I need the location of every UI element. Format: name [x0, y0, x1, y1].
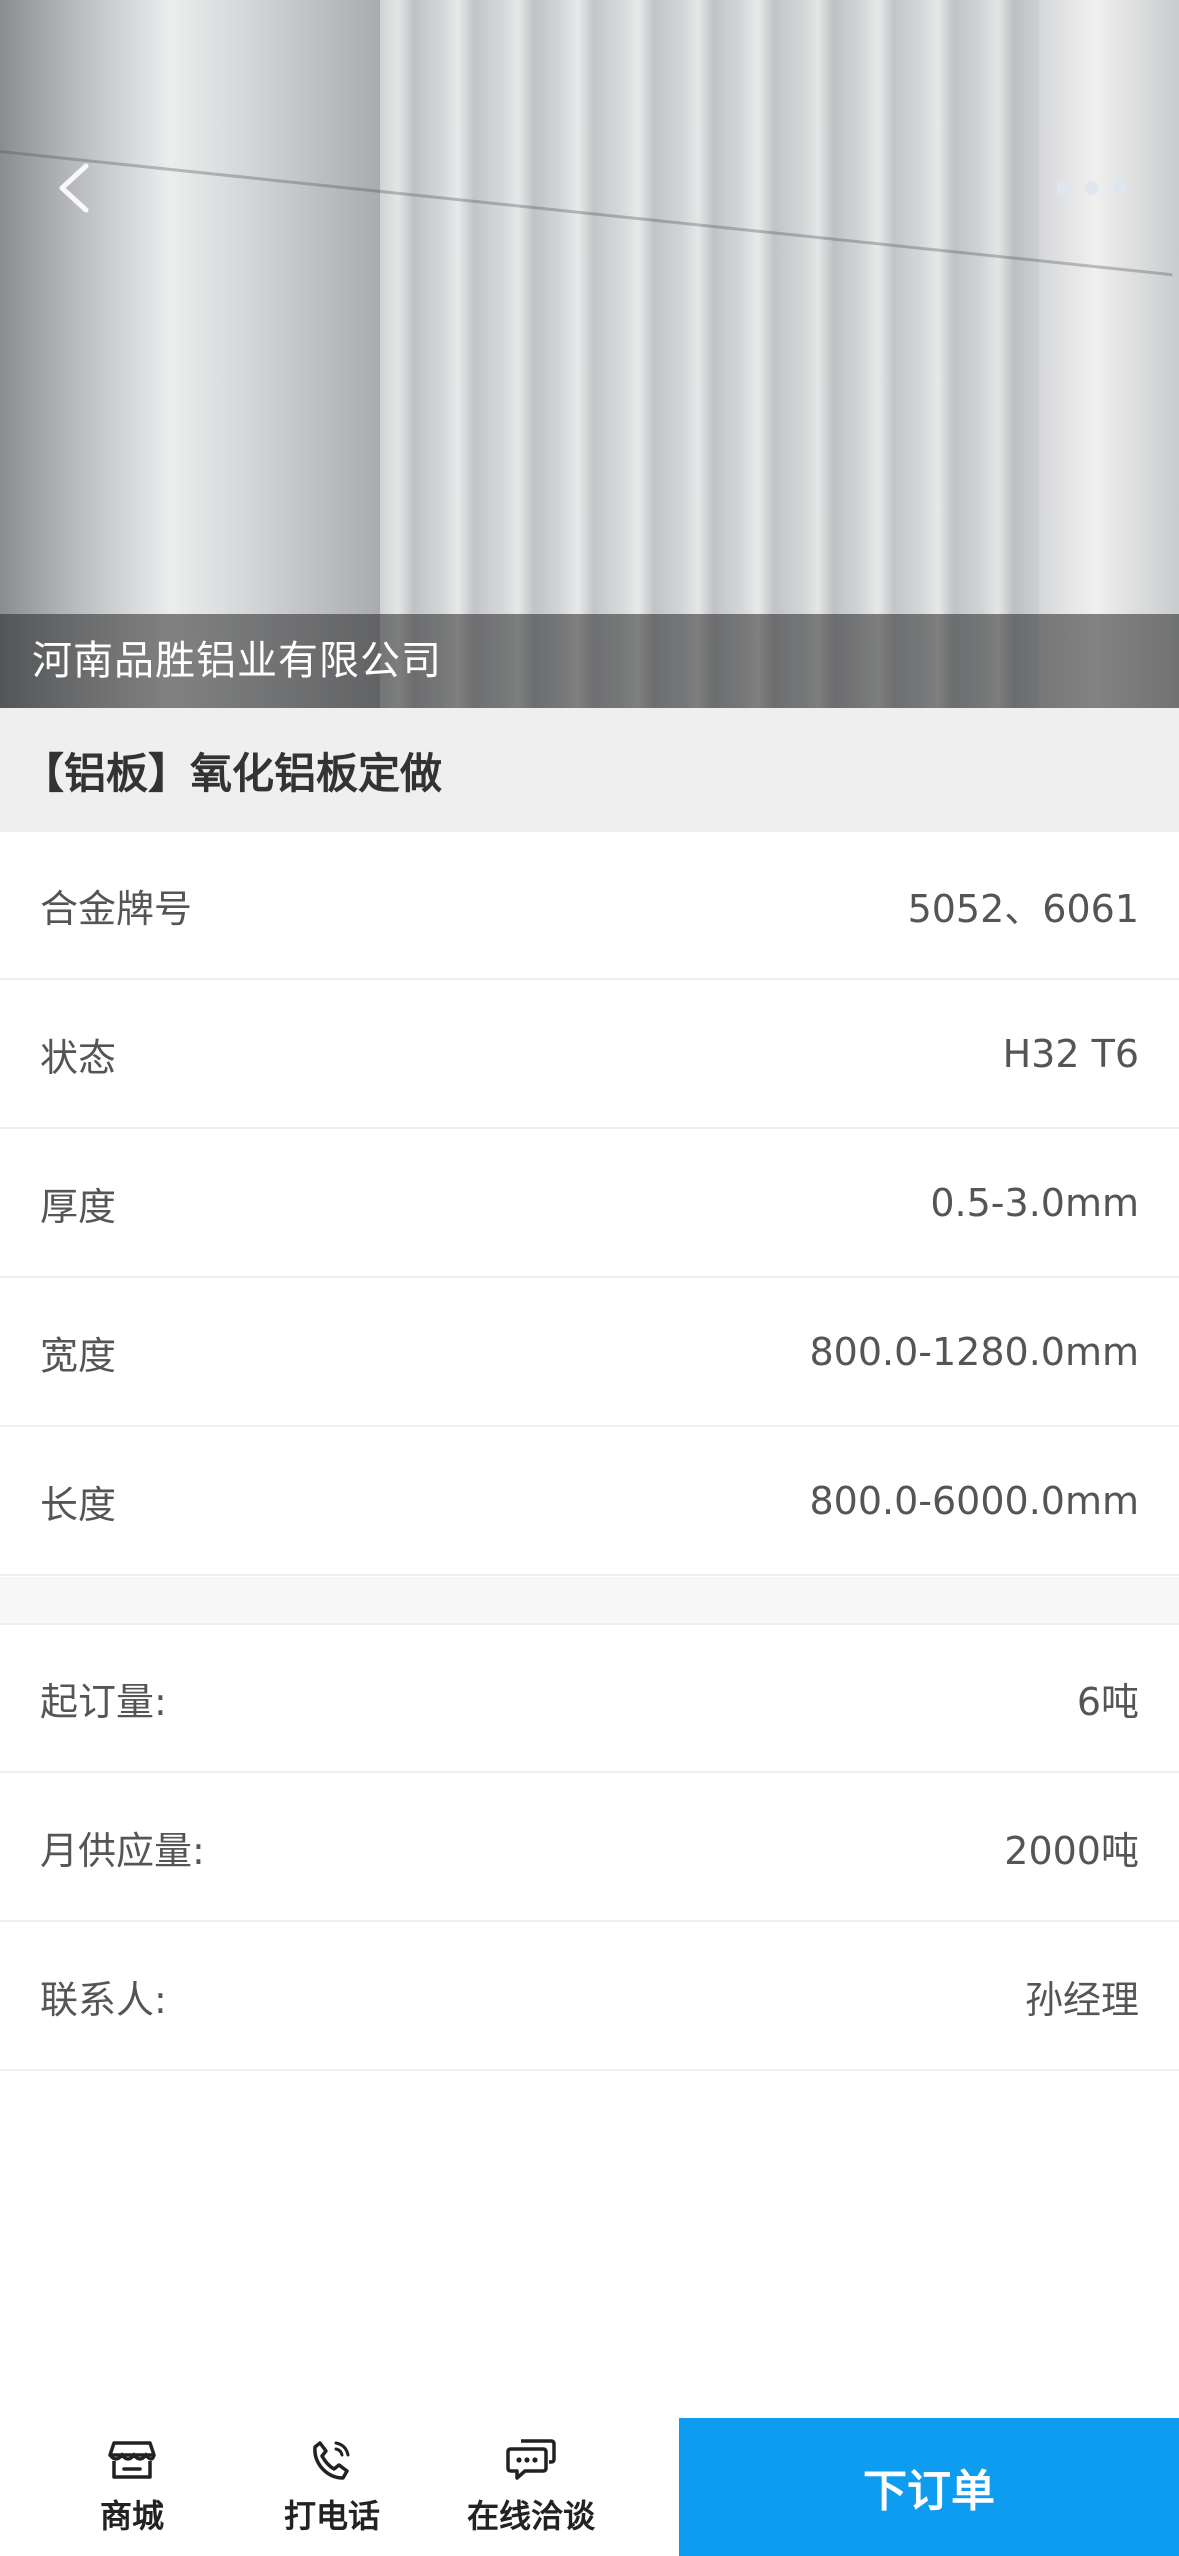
- spec-row-width: 宽度 800.0-1280.0mm: [0, 1279, 1179, 1427]
- supply-label: 起订量:: [40, 1679, 167, 1724]
- spec-value: 800.0-1280.0mm: [809, 1330, 1140, 1374]
- spec-row-temper: 状态 H32 T6: [0, 981, 1179, 1129]
- image-pillar-right: [1039, 0, 1179, 708]
- spec-label: 长度: [40, 1482, 117, 1527]
- spec-row-alloy: 合金牌号 5052、6061: [0, 832, 1179, 980]
- spec-value: 0.5-3.0mm: [930, 1181, 1139, 1225]
- spec-row-thickness: 厚度 0.5-3.0mm: [0, 1130, 1179, 1278]
- store-icon: [108, 2441, 156, 2479]
- spec-label: 状态: [40, 1035, 117, 1080]
- supply-value: 孙经理: [1024, 1977, 1139, 2022]
- spec-label: 合金牌号: [40, 886, 193, 931]
- tab-call-label: 打电话: [283, 2497, 380, 2535]
- supply-value: 6吨: [1076, 1679, 1139, 1724]
- spec-value: H32 T6: [1002, 1032, 1139, 1076]
- product-title: 【铝板】氧化铝板定做: [0, 708, 1179, 832]
- supply-value: 2000吨: [1004, 1828, 1139, 1873]
- tab-store-label: 商城: [99, 2497, 164, 2535]
- spec-row-length: 长度 800.0-6000.0mm: [0, 1428, 1179, 1576]
- spec-label: 厚度: [40, 1184, 117, 1229]
- tab-call[interactable]: 打电话: [262, 2418, 402, 2556]
- company-name: 河南品胜铝业有限公司: [32, 638, 442, 684]
- chevron-left-icon: [59, 163, 89, 213]
- supply-row-min-order: 起订量: 6吨: [0, 1625, 1179, 1773]
- supply-label: 联系人:: [40, 1977, 167, 2022]
- image-pillar-left: [0, 0, 380, 708]
- section-divider: [0, 1577, 1179, 1625]
- product-image: 河南品胜铝业有限公司: [0, 0, 1179, 708]
- tab-store[interactable]: 商城: [70, 2418, 194, 2556]
- spec-value: 5052、6061: [907, 886, 1139, 931]
- supply-label: 月供应量:: [40, 1828, 205, 1873]
- spec-value: 800.0-6000.0mm: [809, 1479, 1140, 1523]
- more-button[interactable]: [1052, 172, 1132, 204]
- supply-row-contact: 联系人: 孙经理: [0, 1923, 1179, 2071]
- more-dots-icon: [1057, 181, 1127, 195]
- phone-icon: [313, 2441, 350, 2480]
- back-button[interactable]: [50, 160, 100, 216]
- chat-icon: [506, 2439, 556, 2480]
- image-pleated-panels: [380, 0, 1040, 708]
- place-order-button[interactable]: 下订单: [679, 2418, 1179, 2556]
- supply-row-monthly: 月供应量: 2000吨: [0, 1774, 1179, 1922]
- tab-chat[interactable]: 在线洽谈: [454, 2418, 608, 2556]
- tab-chat-label: 在线洽谈: [466, 2497, 595, 2535]
- spec-label: 宽度: [40, 1333, 117, 1378]
